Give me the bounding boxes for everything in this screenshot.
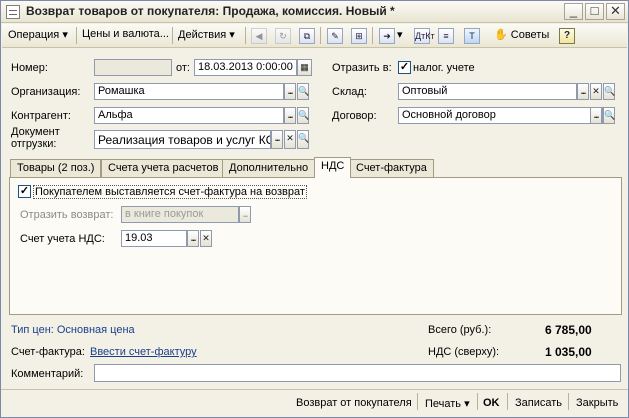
arrow-left-icon[interactable]: ◀ [251,28,267,44]
shipment-doc-clear-icon[interactable]: ✕ [284,130,296,149]
warehouse-clear-icon[interactable]: ✕ [590,83,602,100]
post-document-icon[interactable]: ✎ [327,28,343,44]
contract-label: Договор: [332,110,377,122]
maximize-button[interactable]: □ [585,3,604,20]
save-button[interactable]: Записать [515,397,562,409]
shipment-doc-field[interactable]: Реализация товаров и услуг КСТ0 [94,130,271,149]
warehouse-open-icon[interactable]: 🔍 [603,83,615,100]
operation-menu[interactable]: Операция ▾ [8,28,68,41]
prices-currency-button[interactable]: Цены и валюта... [82,28,169,40]
contract-field[interactable]: Основной договор [398,107,603,124]
vat-account-clear-icon[interactable]: ✕ [200,230,212,247]
warehouse-select-button[interactable]: ... [577,83,589,100]
copy-icon[interactable]: ⧉ [299,28,315,44]
vat-value: 1 035,00 [545,345,592,359]
actions-menu[interactable]: Действия ▾ [178,28,235,41]
tax-accounting-label: налог. учете [413,62,475,74]
vat-account-select-button[interactable]: ... [187,230,199,247]
close-button[interactable]: Закрыть [576,397,618,409]
refresh-icon[interactable]: ↻ [275,28,291,44]
contractor-field[interactable]: Альфа [94,107,284,124]
tab-additional[interactable]: Дополнительно [222,159,316,177]
tab-vat[interactable]: НДС [314,157,352,178]
invoice-on-return-label: Покупателем выставляется счет-фактура на… [33,185,307,199]
contractor-select-button[interactable]: ... [284,107,296,124]
contractor-open-icon[interactable]: 🔍 [297,107,309,124]
enter-invoice-link[interactable]: Ввести счет-фактуру [90,346,197,358]
contractor-label: Контрагент: [11,110,71,122]
list-icon[interactable]: ≡ [438,28,454,44]
settings-toggle-icon[interactable]: T [464,28,480,44]
comment-field[interactable] [94,364,621,382]
price-type-link[interactable]: Тип цен: Основная цена [11,324,135,336]
date-label: от: [176,62,190,74]
document-window: Возврат товаров от покупателя: Продажа, … [0,0,629,418]
ok-button[interactable]: OK [483,397,500,409]
warehouse-label: Склад: [332,86,367,98]
go-to-dropdown[interactable]: ▾ [397,28,403,41]
organization-label: Организация: [11,86,81,98]
title-bar: Возврат товаров от покупателя: Продажа, … [1,1,628,23]
vat-account-field[interactable]: 19.03 [121,230,187,247]
warehouse-field[interactable]: Оптовый [398,83,577,100]
go-to-icon[interactable]: ➜ [379,28,395,44]
close-window-button[interactable]: ✕ [606,3,625,20]
shipment-doc-select-button[interactable]: ... [271,130,283,149]
total-value: 6 785,00 [545,323,592,337]
tab-goods[interactable]: Товары (2 поз.) [10,159,102,177]
minimize-button[interactable]: _ [564,3,583,20]
advice-icon: ✋ [494,29,508,41]
organization-open-icon[interactable]: 🔍 [297,83,309,100]
calendar-icon[interactable]: ▦ [297,59,312,76]
comment-label: Комментарий: [11,368,84,380]
toolbar: Операция ▾ Цены и валюта... Действия ▾ ◀… [2,24,627,48]
contract-select-button[interactable]: ... [590,107,602,124]
structure-icon[interactable]: ⊞ [351,28,367,44]
reflect-return-field[interactable]: в книге покупок [121,206,239,223]
shipment-doc-open-icon[interactable]: 🔍 [297,130,309,149]
document-icon [6,5,20,19]
help-icon[interactable]: ? [559,28,575,44]
dt-kt-icon[interactable]: ДтКт [414,28,435,44]
vat-tab-panel: ✓ Покупателем выставляется счет-фактура … [9,177,622,315]
advice-button[interactable]: ✋ Советы [494,28,549,41]
tax-accounting-checkbox[interactable]: ✓ [398,61,411,74]
invoice-on-return-checkbox[interactable]: ✓ [18,185,31,198]
shipment-doc-label: Документ отгрузки: [11,126,60,150]
invoice-label: Счет-фактура: [11,346,85,358]
contract-open-icon[interactable]: 🔍 [603,107,615,124]
window-title: Возврат товаров от покупателя: Продажа, … [26,4,395,18]
date-field[interactable]: 18.03.2013 0:00:00 [194,59,297,76]
print-menu[interactable]: Печать ▾ [425,397,470,410]
tab-settlement-accounts[interactable]: Счета учета расчетов [101,159,226,177]
organization-field[interactable]: Ромашка [94,83,284,100]
reflect-return-label: Отразить возврат: [20,209,114,221]
vat-label: НДС (сверху): [428,346,500,358]
total-label: Всего (руб.): [428,324,492,336]
number-field[interactable] [94,59,172,76]
reflect-return-select-button[interactable]: ... [239,206,251,223]
tab-invoice[interactable]: Счет-фактура [349,159,434,177]
reflect-label: Отразить в: [332,62,392,74]
organization-select-button[interactable]: ... [284,83,296,100]
return-from-buyer-button[interactable]: Возврат от покупателя [296,397,412,409]
vat-account-label: Счет учета НДС: [20,233,105,245]
number-label: Номер: [11,62,48,74]
